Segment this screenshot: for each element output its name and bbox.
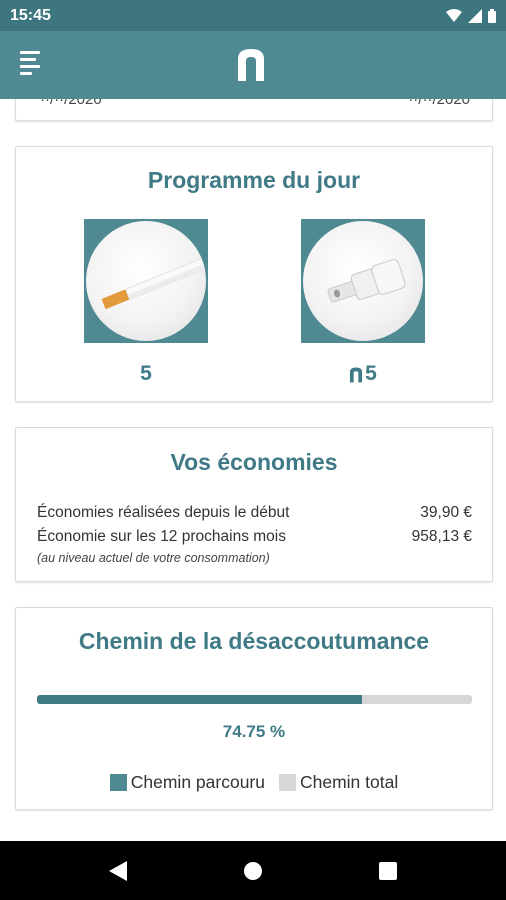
start-date: ··/··/2020	[40, 99, 102, 108]
savings-row-next-12-months: Économie sur les 12 prochains mois 958,1…	[37, 528, 472, 546]
savings-row-since-start: Économies réalisées depuis le début 39,9…	[37, 504, 472, 522]
app-logo-icon	[238, 49, 264, 81]
brand-icon	[350, 367, 363, 382]
cartridge-image	[301, 219, 425, 343]
program-title: Programme du jour	[147, 167, 361, 193]
status-bar: 15:45	[0, 0, 506, 31]
cigarette-icon	[101, 256, 206, 310]
status-time: 15:45	[10, 6, 51, 24]
progress-percent: 74.75 %	[222, 722, 286, 741]
savings-title: Vos économies	[170, 449, 338, 475]
status-icons	[446, 8, 496, 23]
legend: Chemin parcouru Chemin total	[16, 772, 492, 793]
app-bar	[0, 31, 506, 99]
cigarette-item: 5	[84, 219, 208, 386]
path-title: Chemin de la désaccoutumance	[78, 628, 430, 654]
savings-card: Vos économies Économies réalisées depuis…	[15, 427, 493, 582]
program-card: Programme du jour 5 5	[15, 146, 493, 402]
wifi-icon	[446, 8, 462, 22]
legend-swatch-total	[278, 774, 296, 791]
legend-swatch-traveled	[109, 774, 127, 791]
cartridge-count: 5	[301, 362, 425, 386]
cartridge-item: 5	[301, 219, 425, 386]
path-card: Chemin de la désaccoutumance 74.75 % Che…	[15, 607, 493, 810]
savings-value: 958,13 €	[411, 528, 472, 545]
progress-fill	[37, 695, 363, 704]
dates-card: ··/··/2020 ··/··/2020	[15, 99, 493, 121]
progress-bar	[37, 695, 472, 704]
legend-label: Chemin parcouru	[130, 772, 265, 792]
recents-icon[interactable]	[368, 851, 408, 891]
savings-note: (au niveau actuel de votre consommation)	[37, 551, 270, 565]
battery-icon	[488, 8, 496, 23]
nicotine-cartridge-icon	[327, 259, 406, 303]
menu-icon[interactable]	[20, 51, 48, 79]
end-date: ··/··/2020	[408, 99, 470, 108]
legend-item-traveled: Chemin parcouru	[109, 772, 265, 793]
navigation-bar	[0, 841, 506, 900]
legend-label: Chemin total	[299, 772, 399, 792]
home-icon[interactable]	[233, 851, 273, 891]
legend-item-total: Chemin total	[278, 772, 399, 793]
signal-icon	[468, 8, 482, 23]
cigarette-count-value: 5	[140, 362, 152, 385]
back-icon[interactable]	[98, 851, 138, 891]
cartridge-count-value: 5	[365, 362, 377, 385]
content: ··/··/2020 ··/··/2020 Programme du jour	[0, 99, 506, 841]
savings-label: Économie sur les 12 prochains mois	[37, 528, 286, 545]
savings-label: Économies réalisées depuis le début	[37, 504, 290, 521]
savings-value: 39,90 €	[420, 504, 472, 521]
cigarette-image	[84, 219, 208, 343]
cigarette-count: 5	[84, 362, 208, 386]
